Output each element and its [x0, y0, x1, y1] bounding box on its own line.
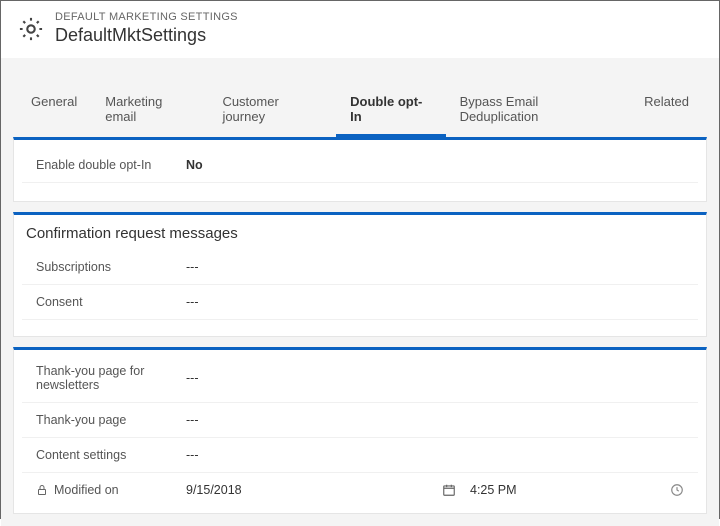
modified-on-row: Modified on 9/15/2018 4:25 PM: [22, 473, 698, 507]
thankyou-label: Thank-you page: [36, 413, 186, 427]
tab-marketing-email[interactable]: Marketing email: [91, 86, 208, 137]
card-thankyou-settings: Thank-you page for newsletters --- Thank…: [13, 347, 707, 514]
tab-related[interactable]: Related: [630, 86, 703, 137]
tab-general[interactable]: General: [17, 86, 91, 137]
tab-double-opt-in[interactable]: Double opt-In: [336, 86, 445, 137]
enable-optin-label: Enable double opt-In: [36, 158, 186, 172]
tab-bar: General Marketing email Customer journey…: [17, 86, 703, 137]
page-header: DEFAULT MARKETING SETTINGS DefaultMktSet…: [1, 1, 719, 58]
thankyou-news-value[interactable]: ---: [186, 371, 199, 385]
lock-icon: [36, 484, 48, 496]
confirmation-section-title: Confirmation request messages: [14, 215, 706, 250]
clock-icon[interactable]: [670, 483, 684, 497]
subscriptions-value[interactable]: ---: [186, 260, 199, 274]
page-title: DefaultMktSettings: [55, 25, 238, 46]
enable-optin-value[interactable]: No: [186, 158, 203, 172]
gear-icon: [17, 15, 45, 43]
modified-on-date: 9/15/2018: [186, 483, 442, 497]
modified-on-time: 4:25 PM: [470, 483, 670, 497]
thankyou-value[interactable]: ---: [186, 413, 199, 427]
modified-on-label: Modified on: [54, 483, 186, 497]
card-enable-optin: Enable double opt-In No: [13, 137, 707, 202]
breadcrumb: DEFAULT MARKETING SETTINGS: [55, 11, 238, 23]
consent-label: Consent: [36, 295, 186, 309]
calendar-icon[interactable]: [442, 483, 456, 497]
thankyou-news-label: Thank-you page for newsletters: [36, 364, 186, 392]
content-settings-label: Content settings: [36, 448, 186, 462]
content-settings-value[interactable]: ---: [186, 448, 199, 462]
tab-customer-journey[interactable]: Customer journey: [208, 86, 336, 137]
subscriptions-label: Subscriptions: [36, 260, 186, 274]
consent-value[interactable]: ---: [186, 295, 199, 309]
tab-bypass-dedup[interactable]: Bypass Email Deduplication: [446, 86, 631, 137]
card-confirmation-messages: Confirmation request messages Subscripti…: [13, 212, 707, 337]
